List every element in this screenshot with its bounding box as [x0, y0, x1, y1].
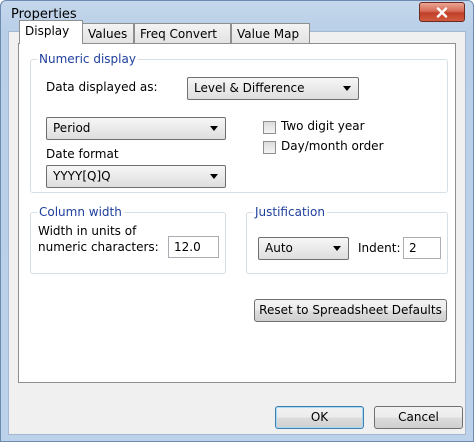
numeric-display-group: Numeric display Data displayed as: Level… [30, 52, 448, 193]
column-width-label-line2: numeric characters: [38, 240, 159, 254]
close-icon [436, 6, 448, 18]
justification-group: Justification Auto Indent: 2 [246, 205, 448, 274]
indent-input[interactable]: 2 [403, 237, 441, 259]
data-displayed-select[interactable]: Level & Difference [187, 77, 359, 100]
justification-value: Auto [265, 241, 293, 255]
chevron-down-icon [210, 126, 218, 131]
date-format-value: YYYY[Q]Q [53, 169, 111, 183]
column-width-group: Column width Width in units of numeric c… [30, 205, 226, 274]
chevron-down-icon [333, 246, 341, 251]
tab-values[interactable]: Values [82, 23, 134, 43]
cancel-button[interactable]: Cancel [374, 406, 463, 429]
date-format-label: Date format [46, 147, 119, 161]
numeric-display-title: Numeric display [37, 52, 138, 66]
column-width-title: Column width [37, 205, 124, 219]
reset-defaults-button[interactable]: Reset to Spreadsheet Defaults [254, 299, 447, 322]
chevron-down-icon [343, 86, 351, 91]
column-width-label-line1: Width in units of [38, 224, 137, 238]
data-displayed-label: Data displayed as: [46, 80, 158, 94]
day-month-order-checkbox[interactable] [263, 141, 276, 154]
justification-select[interactable]: Auto [258, 237, 349, 260]
data-displayed-value: Level & Difference [194, 81, 305, 95]
indent-label: Indent: [358, 241, 401, 255]
two-digit-year-label: Two digit year [281, 119, 365, 133]
tab-value-map[interactable]: Value Map [231, 23, 310, 43]
period-value: Period [53, 121, 91, 135]
tab-freq-convert[interactable]: Freq Convert [134, 23, 231, 43]
tab-display[interactable]: Display [19, 20, 83, 44]
day-month-order-label: Day/month order [281, 139, 384, 153]
two-digit-year-checkbox[interactable] [263, 121, 276, 134]
date-format-select[interactable]: YYYY[Q]Q [46, 165, 226, 188]
display-tab-panel: Numeric display Data displayed as: Level… [18, 43, 456, 383]
chevron-down-icon [210, 174, 218, 179]
period-select[interactable]: Period [46, 117, 226, 140]
column-width-input[interactable]: 12.0 [168, 236, 219, 258]
close-button[interactable] [419, 2, 465, 22]
justification-title: Justification [253, 205, 327, 219]
ok-button[interactable]: OK [275, 406, 364, 429]
